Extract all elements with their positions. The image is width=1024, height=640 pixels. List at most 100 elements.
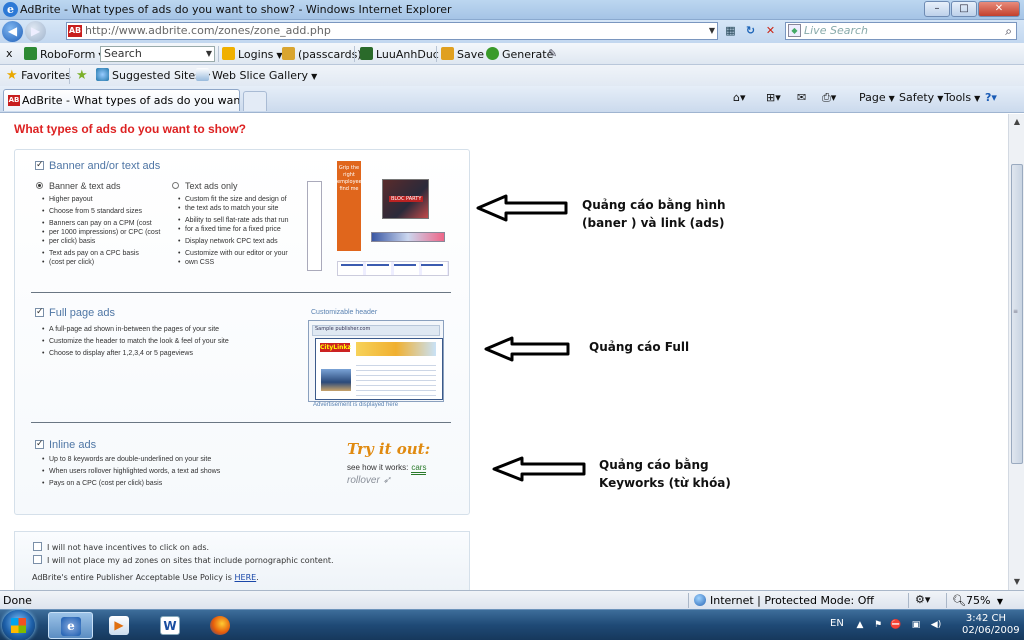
page-menu[interactable]: Page ▼ — [859, 91, 895, 104]
network-icon[interactable]: ▣ — [910, 619, 922, 631]
language-indicator[interactable]: EN — [830, 618, 844, 629]
scroll-down-icon[interactable]: ▼ — [1010, 574, 1024, 590]
volume-icon[interactable]: ◀) — [930, 619, 942, 631]
tab-bar: AB AdBrite - What types of ads do you wa… — [0, 86, 1024, 113]
text-ads-sample — [337, 261, 449, 276]
favorites-bar: ★ Favorites ★ Suggested Sites▼ Web Slice… — [0, 65, 1024, 86]
web-slice-gallery-menu[interactable]: Web Slice Gallery ▼ — [196, 68, 317, 82]
list-item: per 1000 impressions) or CPC (cost — [41, 228, 166, 237]
zoom-control[interactable]: 🔍︎75% ▼ — [952, 594, 1003, 607]
fullpage-sample-header: Sample publisher.com — [312, 325, 440, 336]
banner-checkbox[interactable] — [35, 159, 44, 170]
address-dropdown-icon[interactable]: ▼ — [709, 23, 715, 39]
left-arrow-icon — [476, 194, 568, 222]
logins-label: Logins — [238, 48, 274, 61]
address-url[interactable]: http://www.adbrite.com/zones/zone_add.ph… — [85, 24, 331, 37]
favorites-button[interactable]: ★ Favorites — [6, 68, 71, 83]
ie-icon: e — [61, 617, 81, 636]
suggested-sites-menu[interactable]: Suggested Sites▼ — [96, 68, 210, 82]
home-icon[interactable]: ⌂▾ — [733, 91, 746, 104]
flag-icon[interactable]: ⚑ — [872, 619, 884, 631]
word-icon: W — [160, 616, 180, 635]
site-favicon-icon: AB — [68, 25, 82, 37]
address-bar[interactable]: AB http://www.adbrite.com/zones/zone_add… — [66, 22, 718, 40]
roboform-menu[interactable]: RoboForm▼ — [24, 47, 104, 61]
protected-mode-icon[interactable]: ⚙▾ — [915, 593, 930, 606]
media-player-icon: ▶ — [109, 616, 129, 635]
fullpage-checkbox[interactable] — [35, 306, 44, 317]
chevron-down-icon: ▼ — [937, 94, 944, 103]
security-alert-icon[interactable]: ⛔ — [890, 619, 902, 631]
maximize-button[interactable]: □ — [951, 1, 977, 17]
logins-menu[interactable]: Logins ▼ — [222, 47, 283, 61]
list-item: Customize with our editor or your — [177, 249, 307, 258]
fullpage-section-title[interactable]: Full page ads — [35, 306, 115, 319]
cars-demo-link[interactable]: cars — [411, 463, 427, 475]
close-button[interactable]: ✕ — [978, 1, 1020, 17]
scroll-up-icon[interactable]: ▲ — [1010, 114, 1024, 130]
generate-button[interactable]: Generate — [486, 47, 553, 61]
text-only-radio[interactable] — [172, 182, 179, 189]
incentives-checkbox[interactable] — [33, 542, 42, 551]
see-how-it-works: see how it works: cars — [347, 463, 427, 475]
inline-checkbox[interactable] — [35, 438, 44, 449]
taskbar-firefox[interactable] — [198, 612, 243, 639]
list-item: per click) basis — [41, 237, 166, 246]
add-to-favorites-bar-icon[interactable]: ★ — [76, 68, 88, 83]
feeds-icon[interactable]: ⊞▾ — [766, 91, 781, 104]
forward-button[interactable]: ▶ — [25, 21, 46, 42]
agree-incentives[interactable]: I will not have incentives to click on a… — [33, 542, 209, 552]
refresh-icon[interactable]: ↻ — [742, 23, 759, 39]
policy-link[interactable]: HERE — [235, 573, 257, 582]
stop-icon[interactable]: ✕ — [762, 23, 779, 39]
content-checkbox[interactable] — [33, 555, 42, 564]
chevron-down-icon: ▼ — [888, 94, 895, 103]
security-zone[interactable]: Internet | Protected Mode: Off — [694, 594, 874, 607]
search-icon[interactable]: ⌕ — [1005, 23, 1012, 39]
back-button[interactable]: ◀ — [2, 21, 23, 42]
chevron-down-icon: ▼ — [311, 72, 318, 81]
identity-button[interactable]: LuuAnhDuc — [360, 47, 439, 61]
list-item: Ability to sell flat-rate ads that run — [177, 216, 307, 225]
banner-text-radio[interactable] — [36, 182, 43, 189]
print-icon[interactable]: ⎙▾ — [822, 91, 836, 105]
start-button[interactable] — [2, 610, 35, 640]
agree-content[interactable]: I will not place my ad zones on sites th… — [33, 555, 334, 565]
banner-section-title[interactable]: Banner and/or text ads — [35, 159, 160, 172]
taskbar-ie[interactable]: e — [48, 612, 93, 639]
pencil-icon[interactable]: ✎ — [548, 47, 557, 60]
show-hidden-icons-icon[interactable]: ▲ — [854, 619, 866, 631]
read-mail-icon[interactable]: ✉ — [797, 91, 806, 104]
passcards-button[interactable]: (passcards) — [282, 47, 362, 61]
save-icon — [441, 47, 454, 60]
roboform-search-input[interactable]: Search ▼ — [100, 46, 215, 62]
banner-text-option[interactable]: Banner & text ads — [36, 181, 121, 191]
chevron-down-icon: ▼ — [996, 597, 1004, 606]
ie-page-icon — [96, 68, 109, 81]
minimize-button[interactable]: – — [924, 1, 950, 17]
live-search-input[interactable]: ◆ Live Search ⌕ — [785, 22, 1017, 40]
banner-sample-leaderboard — [371, 232, 445, 242]
inline-section-title[interactable]: Inline ads — [35, 438, 96, 451]
vertical-scrollbar[interactable]: ▲ ≡ ▼ — [1008, 114, 1024, 590]
chevron-down-icon[interactable]: ▼ — [206, 47, 212, 61]
help-icon[interactable]: ?▾ — [985, 91, 997, 104]
fullpage-sample-logo: CityLinkz — [320, 343, 351, 352]
safety-menu[interactable]: Safety ▼ — [899, 91, 943, 104]
compatibility-view-icon[interactable]: ▦ — [722, 23, 739, 39]
tab-adbrite[interactable]: AB AdBrite - What types of ads do you wa… — [3, 89, 240, 111]
divider — [436, 46, 437, 62]
list-item: When users rollover highlighted words, a… — [41, 467, 301, 476]
taskbar-media-player[interactable]: ▶ — [97, 612, 142, 639]
divider — [31, 292, 451, 293]
text-only-option[interactable]: Text ads only — [172, 181, 238, 191]
identity-icon — [360, 47, 373, 60]
taskbar-word[interactable]: W — [148, 612, 193, 639]
page-title: What types of ads do you want to show? — [14, 122, 247, 136]
save-button[interactable]: Save — [441, 47, 484, 61]
roboform-close-button[interactable]: x — [6, 47, 13, 60]
tools-menu[interactable]: Tools ▼ — [944, 91, 980, 104]
clock[interactable]: 3:42 CH 02/06/2009 — [962, 613, 1020, 637]
new-tab-button[interactable] — [243, 91, 267, 111]
list-item: Higher payout — [41, 195, 166, 204]
